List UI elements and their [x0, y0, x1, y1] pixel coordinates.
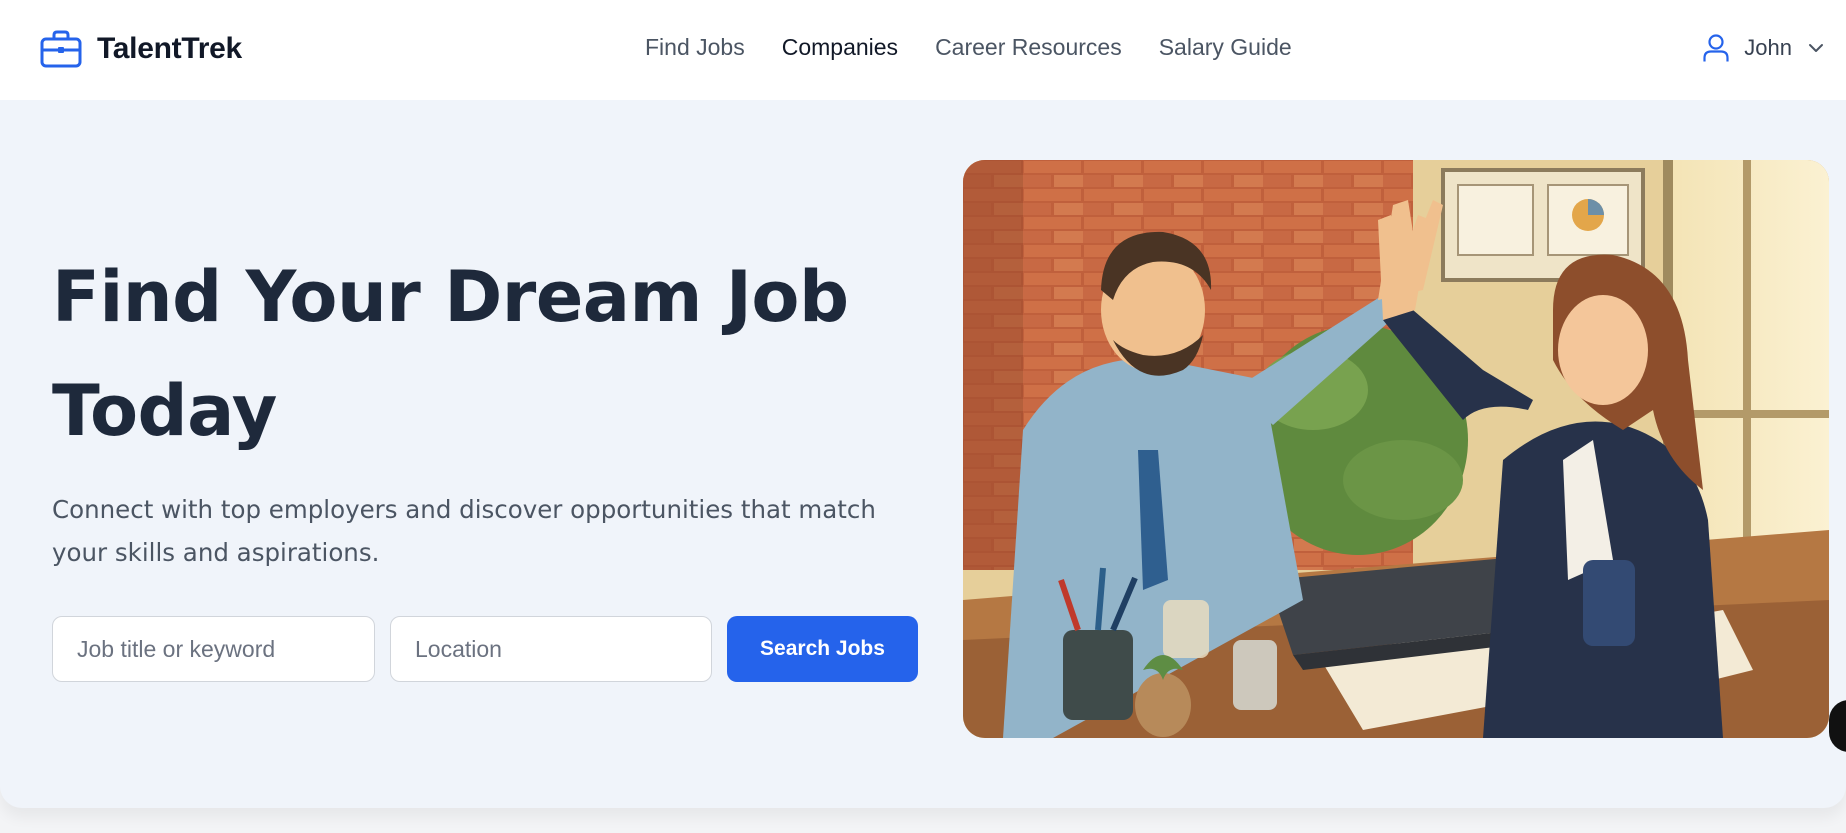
location-input[interactable] — [390, 616, 712, 682]
hero-title: Find Your Dream Job Today — [52, 240, 912, 468]
nav-companies[interactable]: Companies — [782, 34, 898, 61]
nav-salary-guide[interactable]: Salary Guide — [1159, 34, 1292, 61]
hero-subtitle: Connect with top employers and discover … — [52, 495, 876, 567]
search-jobs-button[interactable]: Search Jobs — [727, 616, 918, 682]
user-menu[interactable]: John — [1702, 33, 1824, 63]
hero-title-line1: Find Your Dream Job — [52, 256, 849, 338]
hero-illustration — [963, 160, 1829, 738]
user-icon — [1703, 34, 1729, 62]
coworkers-high-five-illustration — [963, 160, 1829, 738]
floating-widget-handle[interactable] — [1829, 700, 1846, 752]
brand-name: TalentTrek — [97, 32, 242, 65]
nav-career-resources[interactable]: Career Resources — [935, 34, 1122, 61]
hero-section: Find Your Dream Job Today Connect with t… — [0, 100, 1846, 808]
chevron-down-icon — [1809, 44, 1823, 52]
user-name: John — [1744, 35, 1792, 60]
briefcase-icon — [40, 30, 82, 68]
brand-logo[interactable]: TalentTrek — [40, 30, 242, 68]
top-navbar: TalentTrek Find Jobs Companies Career Re… — [0, 0, 1846, 100]
nav-find-jobs[interactable]: Find Jobs — [645, 34, 745, 61]
hero-title-line2: Today — [52, 370, 277, 452]
main-nav: Find Jobs Companies Career Resources Sal… — [645, 34, 1329, 61]
job-keyword-input[interactable] — [52, 616, 375, 682]
